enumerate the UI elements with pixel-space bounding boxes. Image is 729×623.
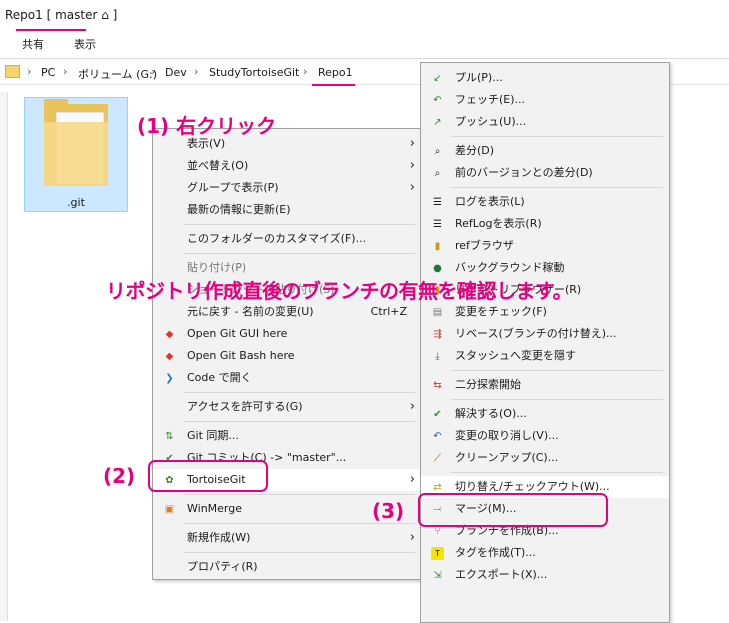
folder-item-label: .git bbox=[67, 196, 85, 209]
menu-item-sort[interactable]: 並べ替え(O) › bbox=[153, 155, 421, 177]
menu-separator bbox=[183, 253, 415, 254]
menu-item-fetch[interactable]: ↶ フェッチ(E)... bbox=[421, 89, 669, 111]
menu-item-customize-folder[interactable]: このフォルダーのカスタマイズ(F)... bbox=[153, 228, 421, 250]
menu-item-undo-rename[interactable]: 元に戻す - 名前の変更(U) Ctrl+Z bbox=[153, 301, 421, 323]
menu-item-show-reflog[interactable]: ☰ RefLogを表示(R) bbox=[421, 213, 669, 235]
menu-separator bbox=[451, 136, 663, 137]
broom-icon: ⟋ bbox=[434, 453, 441, 464]
menu-item-new[interactable]: 新規作成(W) › bbox=[153, 527, 421, 549]
chevron-right-icon: › bbox=[409, 180, 415, 195]
menu-item-group[interactable]: グループで表示(P) › bbox=[153, 177, 421, 199]
repo-highlight-underline bbox=[312, 84, 355, 86]
chevron-right-icon: › bbox=[409, 136, 415, 151]
menu-separator bbox=[183, 421, 415, 422]
menu-item-diff[interactable]: ⌕ 差分(D) bbox=[421, 140, 669, 162]
breadcrumb-pc[interactable]: PC bbox=[41, 66, 55, 79]
pull-icon: ↙ bbox=[433, 73, 442, 84]
tortoisegit-submenu: ↙ プル(P)... ↶ フェッチ(E)... ↗ プッシュ(U)... ⌕ 差分(D)… bbox=[420, 62, 670, 623]
menu-item-show-log[interactable]: ☰ ログを表示(L) bbox=[421, 191, 669, 213]
log-icon: ☰ bbox=[433, 197, 442, 208]
globe-icon: ● bbox=[433, 263, 442, 274]
chevron-right-icon: › bbox=[409, 472, 415, 487]
rebase-icon: ⇶ bbox=[433, 329, 442, 340]
menu-item-ref-browser[interactable]: ▮ refブラウザ bbox=[421, 235, 669, 257]
chevron-right-icon: › bbox=[409, 399, 415, 414]
menu-separator bbox=[451, 187, 663, 188]
reflog-icon: ☰ bbox=[433, 219, 442, 230]
stash-icon: ⤓ bbox=[435, 351, 440, 362]
breadcrumb-studytortoisegit[interactable]: StudyTortoiseGit bbox=[209, 66, 299, 79]
menu-item-push[interactable]: ↗ プッシュ(U)... bbox=[421, 111, 669, 133]
menu-item-revert[interactable]: ↶ 変更の取り消し(V)... bbox=[421, 425, 669, 447]
push-icon: ↗ bbox=[433, 117, 442, 128]
breadcrumb-volume[interactable]: ボリューム (G:) bbox=[78, 66, 157, 82]
highlight-box-tortoisegit bbox=[148, 460, 268, 492]
highlight-box-switch-checkout bbox=[418, 493, 608, 527]
chevron-right-icon: › bbox=[409, 158, 415, 173]
breadcrumb-separator: › bbox=[151, 65, 156, 78]
menu-item-open-git-gui[interactable]: ◆ Open Git GUI here bbox=[153, 323, 421, 345]
menu-separator bbox=[183, 392, 415, 393]
menu-separator bbox=[451, 472, 663, 473]
breadcrumb-separator: › bbox=[27, 65, 32, 78]
title-highlight-underline bbox=[16, 29, 86, 31]
menu-item-bisect[interactable]: ⇆ 二分探索開始 bbox=[421, 374, 669, 396]
menu-separator bbox=[183, 224, 415, 225]
menu-item-open-vscode[interactable]: ❯ Code で開く bbox=[153, 367, 421, 389]
ref-browser-icon: ▮ bbox=[434, 241, 441, 252]
menu-item-rebase[interactable]: ⇶ リベース(ブランチの付け替え)... bbox=[421, 323, 669, 345]
menu-item-resolve[interactable]: ✔ 解決する(O)... bbox=[421, 403, 669, 425]
export-icon: ⇲ bbox=[433, 570, 442, 581]
magnifier-icon: ⌕ bbox=[434, 168, 441, 179]
chevron-right-icon: › bbox=[409, 530, 415, 545]
breadcrumb-separator: › bbox=[303, 65, 308, 78]
menu-separator bbox=[183, 523, 415, 524]
breadcrumb-separator: › bbox=[194, 65, 199, 78]
annotation-caption: リポジトリ作成直後のブランチの有無を確認します。 bbox=[106, 279, 573, 303]
annotation-step1: (1) 右クリック bbox=[137, 114, 277, 138]
menu-item-check-modifications[interactable]: ▤ 変更をチェック(F) bbox=[421, 301, 669, 323]
ribbon-tab-view[interactable]: 表示 bbox=[74, 36, 96, 52]
bisect-icon: ⇆ bbox=[433, 380, 442, 391]
menu-item-diff-previous[interactable]: ⌕ 前のバージョンとの差分(D) bbox=[421, 162, 669, 184]
menu-separator bbox=[451, 370, 663, 371]
tag-icon: T bbox=[431, 547, 444, 560]
undo-icon: ↶ bbox=[433, 431, 442, 442]
menu-separator bbox=[183, 552, 415, 553]
menu-item-pull[interactable]: ↙ プル(P)... bbox=[421, 67, 669, 89]
magnifier-icon: ⌕ bbox=[434, 146, 441, 157]
git-sync-icon: ⇅ bbox=[165, 431, 174, 442]
menu-item-stash[interactable]: ⤓ スタッシュへ変更を隠す bbox=[421, 345, 669, 367]
breadcrumb-separator: › bbox=[63, 65, 68, 78]
menu-item-give-access[interactable]: アクセスを許可する(G) › bbox=[153, 396, 421, 418]
menu-item-cleanup[interactable]: ⟋ クリーンアップ(C)... bbox=[421, 447, 669, 469]
ribbon-tab-share[interactable]: 共有 bbox=[22, 36, 44, 52]
folder-icon bbox=[44, 122, 108, 186]
navigation-pane-edge bbox=[0, 92, 8, 621]
git-gui-icon: ◆ bbox=[165, 329, 174, 340]
check-modifications-icon: ▤ bbox=[432, 307, 443, 318]
menu-item-git-sync[interactable]: ⇅ Git 同期... bbox=[153, 425, 421, 447]
fetch-icon: ↶ bbox=[433, 95, 442, 106]
git-bash-icon: ◆ bbox=[165, 351, 174, 362]
menu-item-open-git-bash[interactable]: ◆ Open Git Bash here bbox=[153, 345, 421, 367]
winmerge-icon: ▣ bbox=[164, 504, 175, 515]
menu-separator bbox=[451, 399, 663, 400]
menu-item-create-tag[interactable]: T タグを作成(T)... bbox=[421, 542, 669, 564]
annotation-step2: (2) bbox=[103, 464, 136, 488]
vscode-icon: ❯ bbox=[165, 373, 174, 384]
breadcrumb-repo1[interactable]: Repo1 bbox=[318, 66, 353, 79]
window-title: Repo1 [ master ⌂ ] bbox=[5, 8, 118, 22]
annotation-step3: (3) bbox=[372, 499, 405, 523]
ribbon-bar bbox=[0, 32, 729, 59]
menu-item-export[interactable]: ⇲ エクスポート(X)... bbox=[421, 564, 669, 586]
folder-icon bbox=[5, 65, 20, 78]
menu-separator bbox=[183, 494, 415, 495]
menu-item-refresh[interactable]: 最新の情報に更新(E) bbox=[153, 199, 421, 221]
breadcrumb-dev[interactable]: Dev bbox=[165, 66, 187, 79]
menu-item-properties[interactable]: プロパティ(R) bbox=[153, 556, 421, 578]
resolve-icon: ✔ bbox=[433, 409, 442, 420]
